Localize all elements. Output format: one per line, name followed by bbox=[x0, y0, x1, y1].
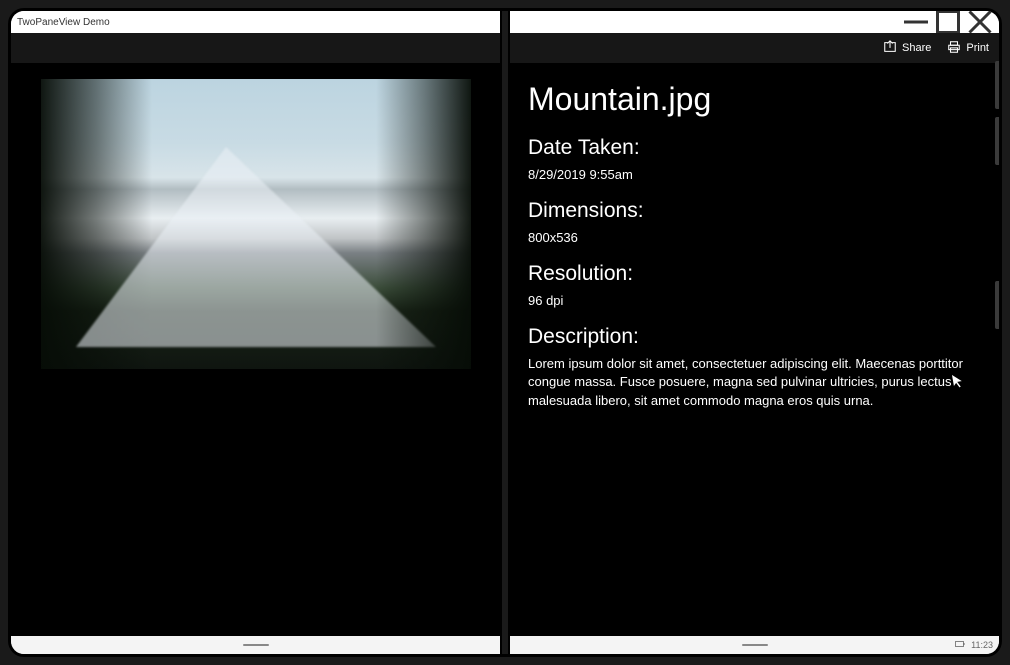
dual-screen-device: TwoPaneView Demo bbox=[8, 8, 1002, 657]
share-label: Share bbox=[902, 42, 931, 54]
description-value: Lorem ipsum dolor sit amet, consectetuer… bbox=[528, 355, 981, 412]
share-button[interactable]: Share bbox=[883, 40, 931, 57]
details-panel: Mountain.jpg Date Taken: 8/29/2019 9:55a… bbox=[510, 63, 999, 636]
grabber-right[interactable] bbox=[742, 644, 768, 646]
right-pane: Share Print Mountain.jpg Date Taken: bbox=[510, 11, 999, 654]
right-app-body: Share Print Mountain.jpg Date Taken: bbox=[510, 33, 999, 636]
titlebar-left: TwoPaneView Demo bbox=[11, 11, 500, 33]
close-button[interactable] bbox=[965, 12, 995, 32]
device-hinge bbox=[500, 11, 510, 654]
date-taken-value: 8/29/2019 9:55am bbox=[528, 166, 981, 185]
toolbar-right: Share Print bbox=[510, 33, 999, 63]
date-taken-label: Date Taken: bbox=[528, 136, 981, 160]
bottom-bar-right: 11:23 bbox=[510, 636, 999, 654]
side-handle bbox=[995, 61, 999, 109]
minimize-button[interactable] bbox=[901, 12, 931, 32]
resolution-value: 96 dpi bbox=[528, 292, 981, 311]
clock: 11:23 bbox=[971, 640, 993, 650]
battery-icon bbox=[955, 640, 965, 650]
mountain-image[interactable] bbox=[41, 79, 471, 369]
grabber-left[interactable] bbox=[243, 644, 269, 646]
file-title: Mountain.jpg bbox=[528, 81, 981, 118]
side-handle bbox=[995, 281, 999, 329]
print-label: Print bbox=[966, 42, 989, 54]
left-app-body bbox=[11, 33, 500, 636]
side-handle bbox=[995, 117, 999, 165]
side-handles-lower bbox=[995, 281, 999, 329]
side-handles-upper bbox=[995, 61, 999, 165]
titlebar-right bbox=[510, 11, 999, 33]
resolution-label: Resolution: bbox=[528, 262, 981, 286]
app-title: TwoPaneView Demo bbox=[17, 17, 110, 28]
print-icon bbox=[947, 40, 961, 57]
status-area: 11:23 bbox=[955, 640, 993, 650]
image-canvas bbox=[11, 63, 500, 636]
toolbar-left bbox=[11, 33, 500, 63]
bottom-bar-left bbox=[11, 636, 500, 654]
left-pane: TwoPaneView Demo bbox=[11, 11, 500, 654]
dimensions-label: Dimensions: bbox=[528, 199, 981, 223]
description-label: Description: bbox=[528, 325, 981, 349]
print-button[interactable]: Print bbox=[947, 40, 989, 57]
maximize-button[interactable] bbox=[933, 12, 963, 32]
share-icon bbox=[883, 40, 897, 57]
dimensions-value: 800x536 bbox=[528, 229, 981, 248]
